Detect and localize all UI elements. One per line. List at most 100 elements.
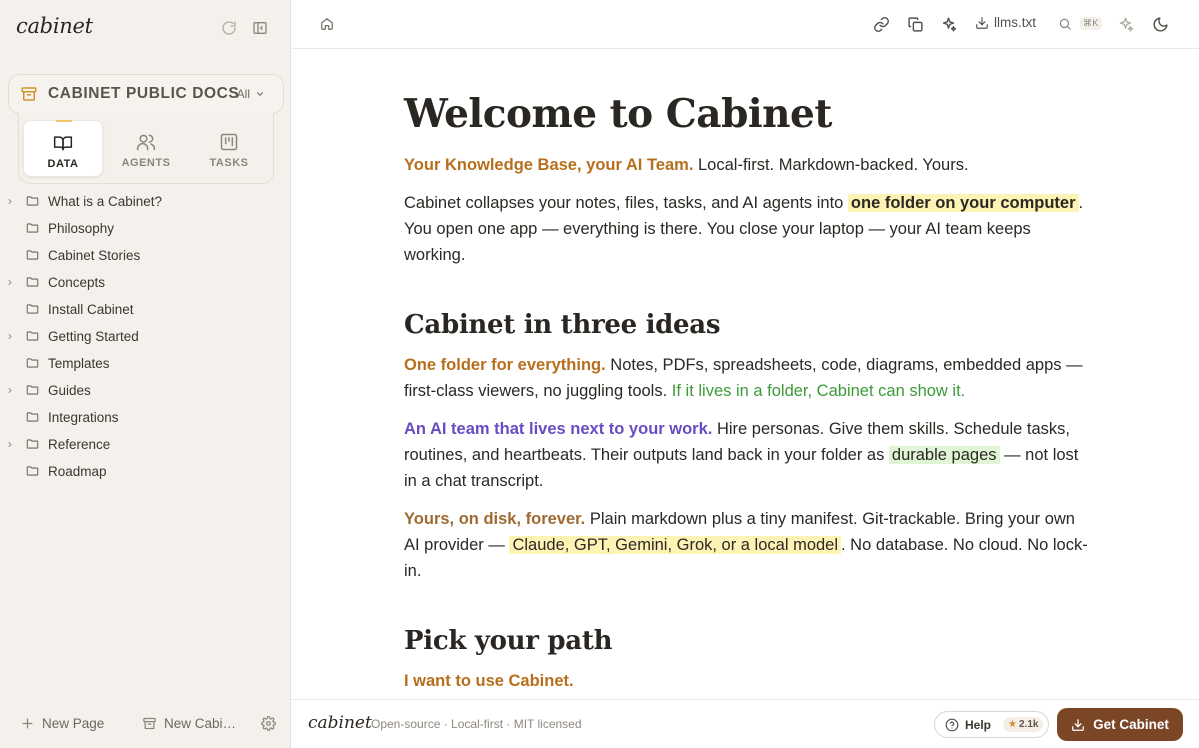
sidebar: cabinet CABINET PUBLIC DOCS All DATA AGE… xyxy=(0,0,291,748)
users-icon xyxy=(136,132,156,152)
github-stars-badge[interactable]: ★ 2.1k xyxy=(1003,717,1044,732)
llms-txt-download[interactable]: llms.txt xyxy=(975,15,1036,30)
tree-item[interactable]: Reference xyxy=(0,431,291,458)
folder-icon xyxy=(25,248,40,262)
document-body: Welcome to Cabinet Your Knowledge Base, … xyxy=(404,88,1094,694)
get-cabinet-label: Get Cabinet xyxy=(1093,717,1169,732)
chevron-right-icon[interactable] xyxy=(6,386,14,395)
tab-tasks[interactable]: TASKS xyxy=(189,120,269,177)
book-icon xyxy=(53,133,73,153)
folder-icon xyxy=(25,194,40,208)
brand-logo[interactable]: cabinet xyxy=(16,14,93,38)
stars-count: 2.1k xyxy=(1018,719,1039,730)
cabinet-filter-label: All xyxy=(236,87,250,101)
cabinet-switcher[interactable]: CABINET PUBLIC DOCS All xyxy=(8,74,284,114)
moon-icon[interactable] xyxy=(1151,15,1169,33)
llms-label: llms.txt xyxy=(994,15,1036,30)
tree-item-label: Roadmap xyxy=(48,464,107,479)
tree-item-label: Cabinet Stories xyxy=(48,248,141,263)
tree-item-label: Integrations xyxy=(48,410,119,425)
help-button[interactable]: Help ★ 2.1k xyxy=(934,711,1049,738)
path-paragraph: I want to use Cabinet. xyxy=(404,668,1094,694)
tree-item[interactable]: Roadmap xyxy=(0,458,291,485)
tagline: Your Knowledge Base, your AI Team. Local… xyxy=(404,152,1094,178)
page-tree: What is a Cabinet? Philosophy Cabinet Stor… xyxy=(0,188,291,485)
help-label: Help xyxy=(965,717,992,732)
link-icon[interactable] xyxy=(872,15,890,33)
copy-icon[interactable] xyxy=(906,15,924,33)
page-title: Welcome to Cabinet xyxy=(404,91,832,137)
tab-active-indicator xyxy=(56,120,72,122)
home-icon[interactable] xyxy=(318,15,336,33)
footer-tagline: Open-source · Local-first · MIT licensed xyxy=(371,717,582,731)
search-shortcut: ⌘K xyxy=(1080,17,1102,30)
star-icon: ★ xyxy=(1008,719,1017,730)
tree-item[interactable]: Cabinet Stories xyxy=(0,242,291,269)
search-icon[interactable] xyxy=(1056,15,1074,33)
tree-item[interactable]: Getting Started xyxy=(0,323,291,350)
chevron-right-icon[interactable] xyxy=(6,197,14,206)
intro-paragraph: Cabinet collapses your notes, files, tas… xyxy=(404,190,1094,268)
tree-item[interactable]: Guides xyxy=(0,377,291,404)
tree-item-label: Concepts xyxy=(48,275,106,290)
top-bar: llms.txt ⌘K xyxy=(292,0,1199,49)
get-cabinet-button[interactable]: Get Cabinet xyxy=(1057,708,1183,741)
tab-agents[interactable]: AGENTS xyxy=(106,120,186,177)
new-cabinet-button[interactable]: New Cabi… xyxy=(142,716,236,731)
idea-two: An AI team that lives next to your work.… xyxy=(404,416,1094,494)
tab-data-label: DATA xyxy=(47,158,79,170)
tree-item[interactable]: Templates xyxy=(0,350,291,377)
tab-data[interactable]: DATA xyxy=(23,120,103,177)
cabinet-name: CABINET PUBLIC DOCS xyxy=(48,85,240,102)
intro-highlight: one folder on your computer xyxy=(847,194,1079,212)
idea-three-highlight: Claude, GPT, Gemini, Grok, or a local mo… xyxy=(509,536,842,554)
tab-tasks-label: TASKS xyxy=(209,157,249,169)
cabinet-filter-dropdown[interactable]: All xyxy=(237,87,265,101)
section-heading-path: Pick your path xyxy=(404,626,613,656)
idea-one: One folder for everything. Notes, PDFs, … xyxy=(404,352,1094,404)
help-circle-icon xyxy=(945,718,959,731)
idea-one-lead: One folder for everything. xyxy=(404,356,606,374)
plus-icon xyxy=(22,718,33,729)
idea-three: Yours, on disk, forever. Plain markdown … xyxy=(404,506,1094,584)
footer-bar: cabinet Open-source · Local-first · MIT … xyxy=(292,699,1199,748)
download-icon xyxy=(1072,718,1085,731)
archive-icon xyxy=(143,717,156,730)
idea-one-green: If it lives in a folder, Cabinet can sho… xyxy=(671,382,966,400)
tree-item[interactable]: Concepts xyxy=(0,269,291,296)
intro-text-1: Cabinet collapses your notes, files, tas… xyxy=(404,194,848,212)
idea-three-lead: Yours, on disk, forever. xyxy=(404,510,586,528)
chevron-right-icon[interactable] xyxy=(6,332,14,341)
new-page-label: New Page xyxy=(42,716,105,731)
section-heading-ideas: Cabinet in three ideas xyxy=(404,310,721,340)
kanban-icon xyxy=(219,132,239,152)
idea-two-highlight: durable pages xyxy=(888,446,1000,464)
collapse-sidebar-icon[interactable] xyxy=(251,19,269,37)
folder-icon xyxy=(25,302,40,316)
idea-two-lead: An AI team that lives next to your work. xyxy=(404,420,713,438)
tree-item[interactable]: What is a Cabinet? xyxy=(0,188,291,215)
ai-sparkles-icon[interactable] xyxy=(1116,15,1134,33)
tree-item[interactable]: Integrations xyxy=(0,404,291,431)
refresh-icon[interactable] xyxy=(220,19,238,37)
folder-icon xyxy=(25,437,40,451)
archive-icon xyxy=(20,85,38,103)
tree-item[interactable]: Install Cabinet xyxy=(0,296,291,323)
new-page-button[interactable]: New Page xyxy=(20,716,104,731)
sparkles-icon[interactable] xyxy=(939,15,957,33)
sidebar-footer: New Page New Cabi… xyxy=(0,700,291,748)
footer-brand: cabinet xyxy=(308,713,372,733)
tree-item[interactable]: Philosophy xyxy=(0,215,291,242)
folder-icon xyxy=(25,383,40,397)
new-cabinet-label: New Cabi… xyxy=(164,716,237,731)
path-lead: I want to use Cabinet. xyxy=(404,672,574,690)
chevron-right-icon[interactable] xyxy=(6,440,14,449)
settings-button[interactable] xyxy=(261,716,276,731)
tagline-lead: Your Knowledge Base, your AI Team. xyxy=(404,156,694,174)
folder-icon xyxy=(25,464,40,478)
tagline-rest: Local-first. Markdown-backed. Yours. xyxy=(693,156,969,174)
tree-item-label: Reference xyxy=(48,437,111,452)
tree-item-label: Templates xyxy=(48,356,110,371)
sidebar-header: cabinet xyxy=(0,0,291,56)
chevron-right-icon[interactable] xyxy=(6,278,14,287)
